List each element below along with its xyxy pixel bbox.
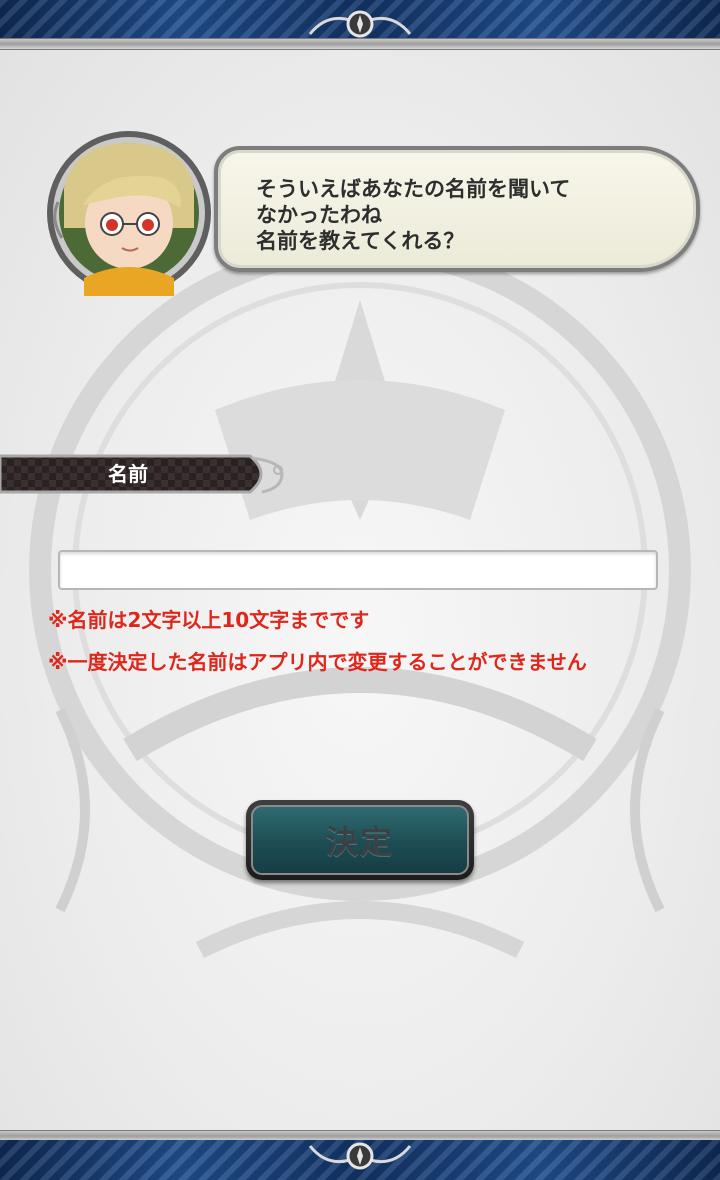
- decide-button[interactable]: 決定: [246, 800, 474, 880]
- name-length-note: ※名前は2文字以上10文字までです: [48, 608, 370, 632]
- name-label: 名前: [108, 462, 148, 486]
- name-input[interactable]: [58, 550, 658, 590]
- speech-text: そういえばあなたの名前を聞いて なかったわね 名前を教えてくれる？: [256, 177, 571, 253]
- character-portrait: [47, 131, 211, 296]
- crest-ornament-icon: [308, 10, 412, 38]
- crest-ornament-icon: [308, 1142, 412, 1170]
- speech-bubble: そういえばあなたの名前を聞いて なかったわね 名前を教えてくれる？: [214, 146, 700, 272]
- decide-button-label: 決定: [325, 823, 394, 861]
- name-change-warning: ※一度決定した名前はアプリ内で変更することができません: [48, 650, 587, 674]
- main-panel: そういえばあなたの名前を聞いて なかったわね 名前を教えてくれる？ 名前 ※名前…: [0, 50, 720, 1130]
- decide-button-face: 決定: [251, 805, 469, 875]
